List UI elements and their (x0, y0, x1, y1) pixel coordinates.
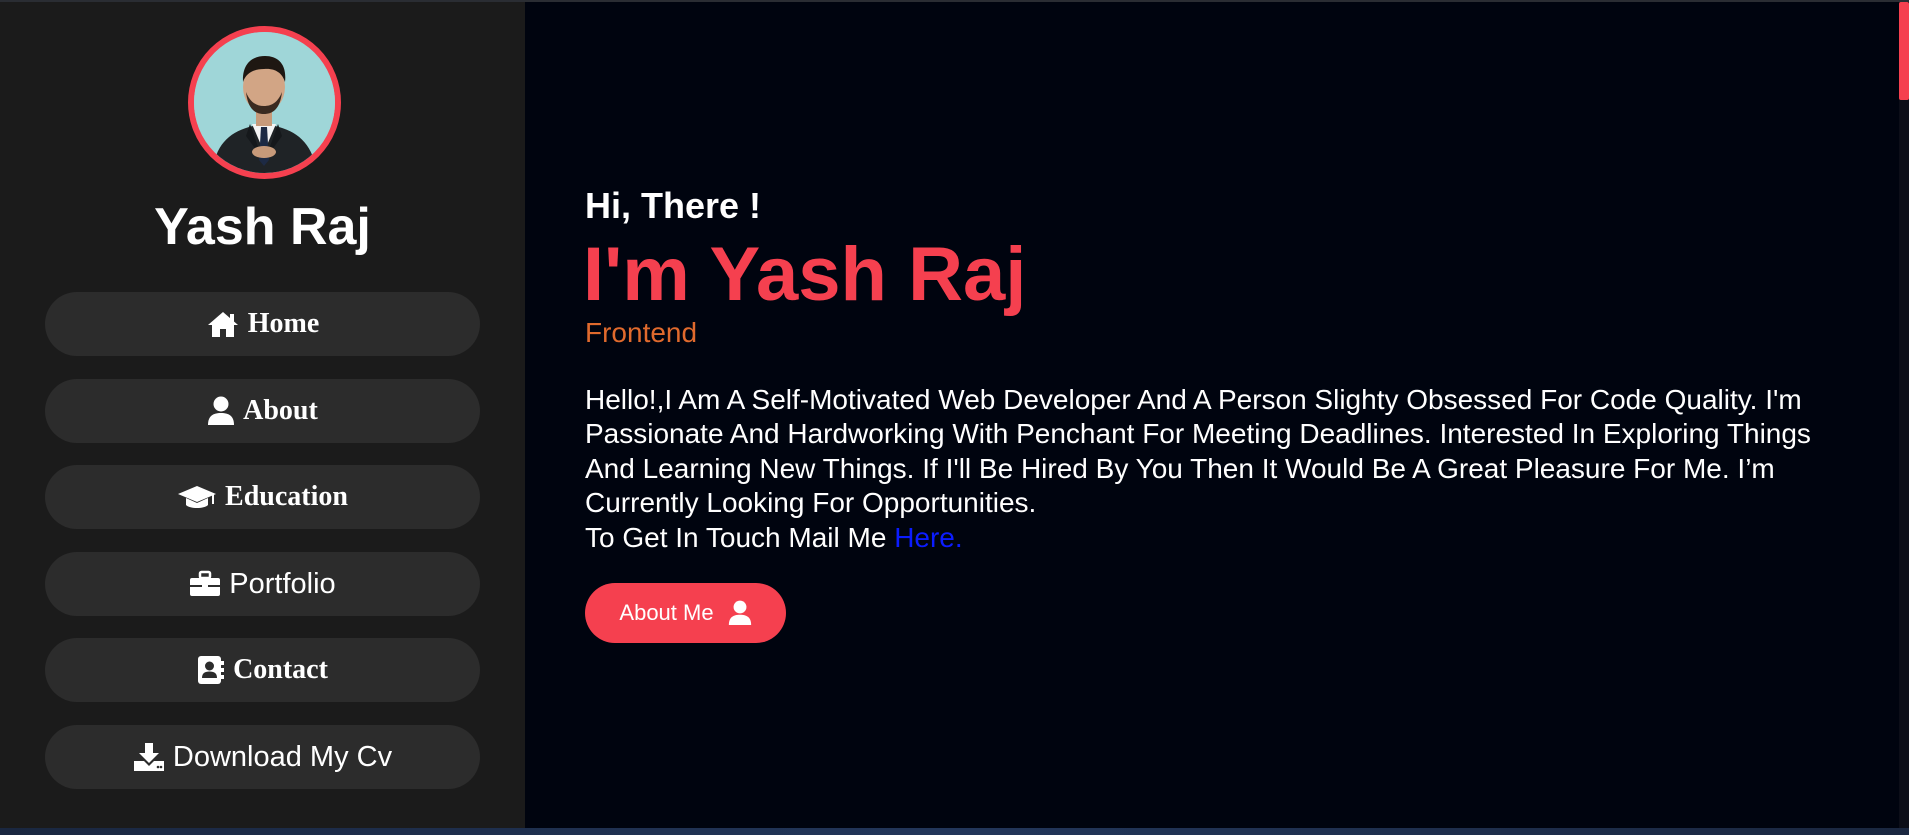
profile-photo (194, 32, 335, 173)
nav-about-button[interactable]: About (45, 379, 480, 443)
about-me-label: About Me (619, 600, 714, 625)
scrollbar-thumb[interactable] (1899, 2, 1909, 100)
hero-bio-text: Hello!,I Am A Self-Motivated Web Develop… (585, 384, 1811, 519)
nav-about-label: About (243, 395, 318, 426)
nav-education-label: Education (225, 481, 348, 512)
avatar (188, 26, 341, 179)
nav-contact-label: Contact (233, 654, 328, 685)
address-book-icon (197, 655, 225, 685)
profile-name: Yash Raj (154, 198, 371, 256)
briefcase-icon (189, 570, 221, 598)
nav-portfolio-button[interactable]: Portfolio (45, 552, 480, 616)
contact-prefix: To Get In Touch Mail Me (585, 521, 887, 553)
nav-home-button[interactable]: Home (45, 292, 480, 356)
contact-email-link[interactable]: Here. (894, 522, 962, 553)
scrollbar-track[interactable] (1899, 2, 1909, 828)
about-me-button[interactable]: About Me (585, 583, 786, 643)
user-icon (728, 600, 752, 626)
nav-contact-button[interactable]: Contact (45, 638, 480, 702)
sidebar: Yash Raj Home About Education Portfolio … (0, 2, 525, 828)
user-icon (207, 396, 235, 426)
taskbar-edge (0, 828, 1909, 835)
download-icon (133, 742, 165, 772)
hero-section: Hi, There ! I'm Yash Raj Frontend Hello!… (525, 2, 1899, 828)
nav-portfolio-label: Portfolio (229, 567, 336, 600)
nav-education-button[interactable]: Education (45, 465, 480, 529)
download-cv-button[interactable]: Download My Cv (45, 725, 480, 789)
hero-bio: Hello!,I Am A Self-Motivated Web Develop… (585, 383, 1865, 555)
download-cv-label: Download My Cv (172, 740, 393, 773)
home-icon (206, 310, 240, 338)
hero-role: Frontend (585, 317, 698, 348)
hero-headline: I'm Yash Raj (583, 232, 1027, 317)
hero-greeting: Hi, There ! (585, 185, 762, 226)
nav-home-label: Home (247, 308, 320, 339)
graduation-cap-icon (177, 484, 217, 510)
